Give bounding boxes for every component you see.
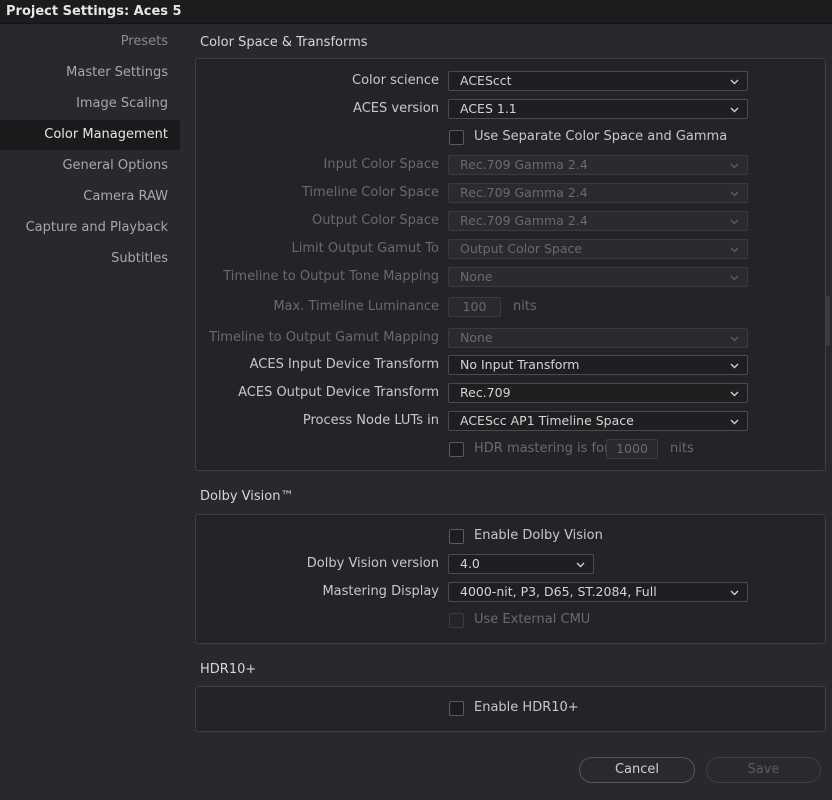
sidebar-item-camera-raw[interactable]: Camera RAW <box>0 182 180 212</box>
section-title-dolby-vision: Dolby Vision™ <box>200 489 294 504</box>
process-node-luts-dropdown[interactable]: ACEScc AP1 Timeline Space <box>448 411 748 431</box>
chevron-down-icon <box>576 560 585 569</box>
external-cmu-label: Use External CMU <box>474 612 591 627</box>
tone-mapping-value: None <box>460 269 493 284</box>
max-luminance-unit: nits <box>513 299 537 314</box>
process-node-luts-label: Process Node LUTs in <box>302 413 439 428</box>
window-title: Project Settings: Aces 5 <box>0 0 832 24</box>
mastering-display-label: Mastering Display <box>322 584 439 599</box>
separate-color-space-checkbox[interactable] <box>449 130 464 145</box>
gamut-mapping-value: None <box>460 330 493 345</box>
dolby-vision-version-dropdown[interactable]: 4.0 <box>448 554 594 574</box>
settings-sidebar: Presets Master Settings Image Scaling Co… <box>0 25 180 800</box>
chevron-down-icon <box>730 77 739 86</box>
aces-odt-label: ACES Output Device Transform <box>238 385 439 400</box>
sidebar-item-image-scaling[interactable]: Image Scaling <box>0 89 180 119</box>
max-luminance-input[interactable]: 100 <box>448 297 501 317</box>
sidebar-item-capture-playback[interactable]: Capture and Playback <box>0 213 180 243</box>
aces-odt-value: Rec.709 <box>460 385 511 400</box>
input-color-space-dropdown[interactable]: Rec.709 Gamma 2.4 <box>448 155 748 175</box>
hdr-mastering-checkbox[interactable] <box>449 442 464 457</box>
limit-output-gamut-label: Limit Output Gamut To <box>291 241 439 256</box>
gamut-mapping-dropdown[interactable]: None <box>448 328 748 348</box>
aces-idt-label: ACES Input Device Transform <box>249 357 439 372</box>
aces-version-label: ACES version <box>353 101 439 116</box>
chevron-down-icon <box>730 334 739 343</box>
sidebar-item-subtitles[interactable]: Subtitles <box>0 244 180 274</box>
scrollbar[interactable] <box>826 296 830 346</box>
enable-dolby-vision-label: Enable Dolby Vision <box>474 528 603 543</box>
tone-mapping-label: Timeline to Output Tone Mapping <box>223 269 439 284</box>
dolby-vision-version-label: Dolby Vision version <box>306 556 439 571</box>
chevron-down-icon <box>730 389 739 398</box>
mastering-display-value: 4000-nit, P3, D65, ST.2084, Full <box>460 584 657 599</box>
mastering-display-dropdown[interactable]: 4000-nit, P3, D65, ST.2084, Full <box>448 582 748 602</box>
aces-version-value: ACES 1.1 <box>460 101 517 116</box>
output-color-space-label: Output Color Space <box>312 213 439 228</box>
enable-hdr10plus-checkbox[interactable] <box>449 701 464 716</box>
sidebar-item-color-management[interactable]: Color Management <box>0 120 180 150</box>
save-button[interactable]: Save <box>706 757 821 783</box>
chevron-down-icon <box>730 361 739 370</box>
dolby-vision-version-value: 4.0 <box>460 556 480 571</box>
color-science-dropdown[interactable]: ACEScct <box>448 71 748 91</box>
chevron-down-icon <box>730 273 739 282</box>
color-science-value: ACEScct <box>460 73 512 88</box>
timeline-color-space-label: Timeline Color Space <box>301 185 439 200</box>
input-color-space-value: Rec.709 Gamma 2.4 <box>460 157 588 172</box>
max-luminance-label: Max. Timeline Luminance <box>273 299 439 314</box>
sidebar-item-general-options[interactable]: General Options <box>0 151 180 181</box>
timeline-color-space-value: Rec.709 Gamma 2.4 <box>460 185 588 200</box>
limit-output-gamut-dropdown[interactable]: Output Color Space <box>448 239 748 259</box>
chevron-down-icon <box>730 417 739 426</box>
chevron-down-icon <box>730 588 739 597</box>
chevron-down-icon <box>730 217 739 226</box>
color-space-panel <box>195 58 826 471</box>
hdr-mastering-input[interactable]: 1000 <box>606 439 658 459</box>
sidebar-item-master-settings[interactable]: Master Settings <box>0 58 180 88</box>
gamut-mapping-label: Timeline to Output Gamut Mapping <box>209 330 439 345</box>
enable-dolby-vision-checkbox[interactable] <box>449 529 464 544</box>
chevron-down-icon <box>730 161 739 170</box>
limit-output-gamut-value: Output Color Space <box>460 241 583 256</box>
hdr-mastering-unit: nits <box>670 441 694 456</box>
aces-idt-dropdown[interactable]: No Input Transform <box>448 355 748 375</box>
process-node-luts-value: ACEScc AP1 Timeline Space <box>460 413 634 428</box>
sidebar-item-presets[interactable]: Presets <box>0 27 180 57</box>
aces-odt-dropdown[interactable]: Rec.709 <box>448 383 748 403</box>
output-color-space-dropdown[interactable]: Rec.709 Gamma 2.4 <box>448 211 748 231</box>
section-title-hdr10plus: HDR10+ <box>200 662 257 677</box>
chevron-down-icon <box>730 189 739 198</box>
color-science-label: Color science <box>352 73 439 88</box>
external-cmu-checkbox[interactable] <box>449 613 464 628</box>
input-color-space-label: Input Color Space <box>323 157 439 172</box>
chevron-down-icon <box>730 245 739 254</box>
chevron-down-icon <box>730 105 739 114</box>
aces-version-dropdown[interactable]: ACES 1.1 <box>448 99 748 119</box>
tone-mapping-dropdown[interactable]: None <box>448 267 748 287</box>
enable-hdr10plus-label: Enable HDR10+ <box>474 700 579 715</box>
cancel-button[interactable]: Cancel <box>579 757 695 783</box>
timeline-color-space-dropdown[interactable]: Rec.709 Gamma 2.4 <box>448 183 748 203</box>
hdr-mastering-label: HDR mastering is for <box>474 441 610 456</box>
aces-idt-value: No Input Transform <box>460 357 580 372</box>
output-color-space-value: Rec.709 Gamma 2.4 <box>460 213 588 228</box>
section-title-color-space: Color Space & Transforms <box>200 35 368 50</box>
separate-color-space-label: Use Separate Color Space and Gamma <box>474 129 728 144</box>
